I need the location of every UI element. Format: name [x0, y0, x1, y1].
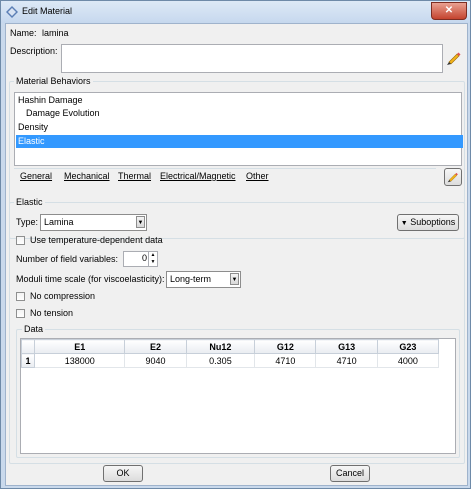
suboptions-label: Suboptions: [410, 217, 456, 227]
name-value: lamina: [42, 28, 69, 38]
behavior-hashin-damage[interactable]: Hashin Damage: [16, 94, 463, 107]
chevron-down-icon: ▼: [230, 273, 239, 285]
chevron-down-icon: ▼: [136, 216, 145, 228]
menu-general[interactable]: General: [20, 169, 52, 183]
edit-behavior-button[interactable]: [444, 168, 462, 186]
edit-description-pencil-icon[interactable]: [446, 50, 462, 66]
field-vars-value: 0: [141, 253, 147, 263]
column-header-g12[interactable]: G12: [254, 339, 317, 354]
description-field[interactable]: [61, 44, 443, 73]
close-icon: ✕: [444, 5, 454, 16]
cell-g13[interactable]: 4710: [315, 353, 378, 368]
cell-g23[interactable]: 4000: [377, 353, 440, 368]
no-compression-label: No compression: [30, 291, 96, 301]
ok-label: OK: [116, 468, 130, 478]
menu-other[interactable]: Other: [246, 169, 269, 183]
behavior-menu-bar: General Mechanical Thermal Electrical/Ma…: [14, 168, 436, 185]
window-title: Edit Material: [22, 6, 73, 16]
no-compression-checkbox[interactable]: [16, 292, 25, 301]
row-header-corner: [21, 339, 35, 354]
type-select[interactable]: Lamina ▼: [40, 214, 147, 231]
type-label: Type:: [16, 217, 39, 227]
type-value: Lamina: [44, 217, 74, 227]
column-header-g13[interactable]: G13: [315, 339, 378, 354]
chevron-down-icon: ▼: [400, 220, 408, 227]
edit-material-window: Edit Material ✕ Name: lamina Description…: [0, 0, 471, 489]
behavior-density[interactable]: Density: [16, 121, 463, 134]
temp-dependent-label: Use temperature-dependent data: [30, 235, 163, 245]
table-row: 1 138000 9040 0.305 4710 4710 4000: [21, 353, 440, 368]
column-header-e1[interactable]: E1: [33, 339, 126, 354]
cell-nu12[interactable]: 0.305: [186, 353, 256, 368]
cell-e1[interactable]: 138000: [34, 353, 126, 368]
name-label: Name:: [10, 28, 37, 38]
menu-electrical-magnetic[interactable]: Electrical/Magnetic: [160, 169, 236, 183]
description-label: Description:: [10, 46, 58, 56]
title-bar[interactable]: Edit Material ✕: [1, 1, 470, 23]
column-header-nu12[interactable]: Nu12: [185, 339, 256, 354]
field-vars-label: Number of field variables:: [16, 254, 119, 264]
column-header-e2[interactable]: E2: [124, 339, 187, 354]
behaviors-list[interactable]: Hashin Damage Damage Evolution Density E…: [14, 92, 463, 166]
cancel-button[interactable]: Cancel: [330, 465, 370, 482]
table-header-row: E1 E2 Nu12 G12 G13 G23: [21, 339, 440, 354]
spin-arrows-icon[interactable]: ▲ ▼: [148, 252, 157, 266]
behavior-damage-evolution[interactable]: Damage Evolution: [16, 107, 463, 120]
cancel-label: Cancel: [335, 468, 364, 478]
menu-thermal[interactable]: Thermal: [118, 169, 151, 183]
dialog-body: Name: lamina Description: Material Behav…: [5, 23, 468, 486]
menu-mechanical[interactable]: Mechanical: [64, 169, 110, 183]
close-button[interactable]: ✕: [431, 2, 467, 20]
row-index[interactable]: 1: [21, 353, 35, 368]
elastic-legend: Elastic: [14, 197, 45, 207]
behavior-elastic[interactable]: Elastic: [16, 135, 463, 148]
suboptions-button[interactable]: ▼ Suboptions: [397, 214, 459, 231]
no-tension-label: No tension: [30, 308, 74, 318]
field-vars-spinner[interactable]: 0 ▲ ▼: [123, 251, 158, 267]
data-legend: Data: [22, 324, 46, 334]
cell-e2[interactable]: 9040: [124, 353, 187, 368]
moduli-select[interactable]: Long-term ▼: [166, 271, 241, 288]
ok-button[interactable]: OK: [103, 465, 143, 482]
data-table-area[interactable]: E1 E2 Nu12 G12 G13 G23 1 138000 9040 0.3…: [20, 338, 456, 454]
data-table[interactable]: E1 E2 Nu12 G12 G13 G23 1 138000 9040 0.3…: [21, 339, 440, 368]
pencil-icon: [447, 172, 458, 183]
moduli-label: Moduli time scale (for viscoelasticity):: [16, 274, 165, 284]
no-tension-checkbox[interactable]: [16, 309, 25, 318]
cell-g12[interactable]: 4710: [254, 353, 317, 368]
moduli-value: Long-term: [170, 274, 212, 284]
app-icon: [6, 6, 18, 18]
temp-dependent-checkbox[interactable]: [16, 236, 25, 245]
material-behaviors-legend: Material Behaviors: [14, 76, 93, 86]
column-header-g23[interactable]: G23: [376, 339, 440, 354]
